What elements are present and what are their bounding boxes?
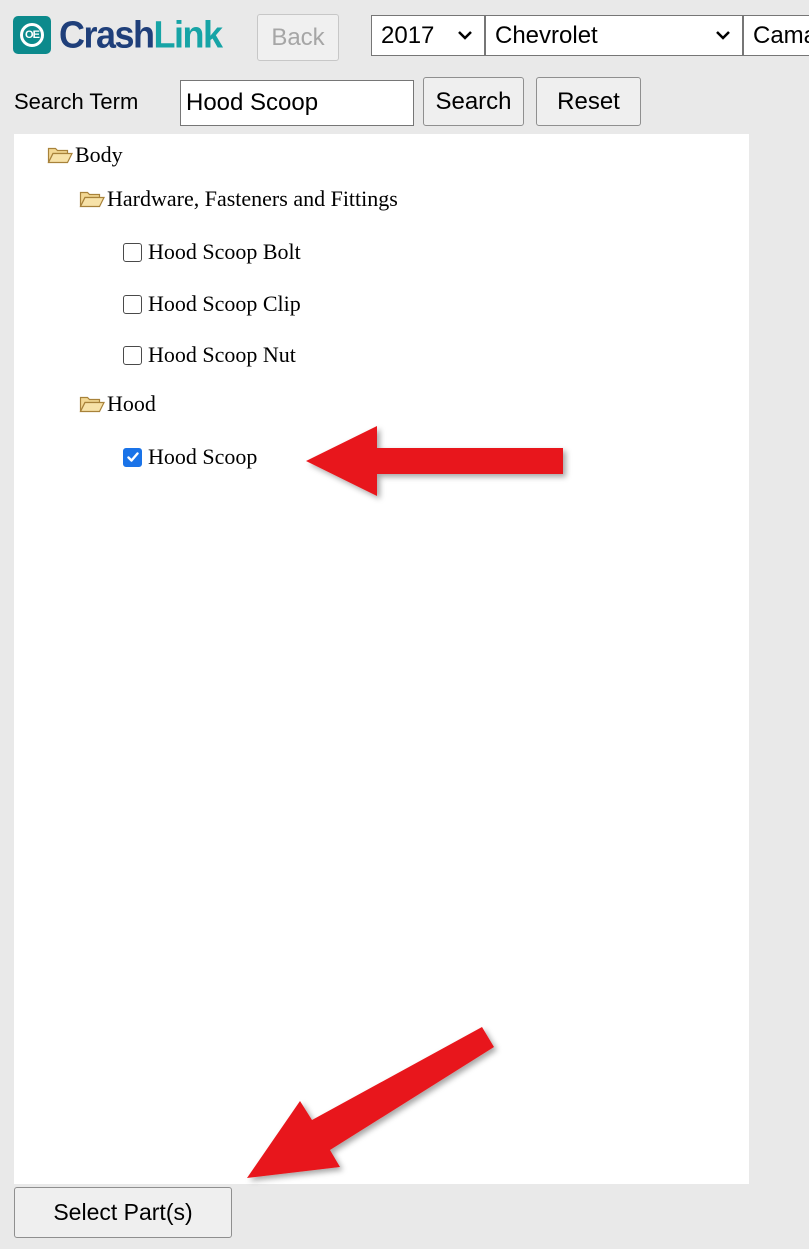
- logo-text-crash: Crash: [59, 12, 155, 56]
- tree-leaf-hood-scoop[interactable]: Hood Scoop: [123, 444, 257, 470]
- chevron-down-icon: [458, 31, 472, 40]
- checkbox[interactable]: [123, 345, 142, 365]
- tree-node-label: Hardware, Fasteners and Fittings: [107, 186, 398, 211]
- search-term-label: Search Term: [14, 89, 139, 114]
- tree-node-hardware[interactable]: Hardware, Fasteners and Fittings: [79, 186, 398, 212]
- parts-tree-panel: Body Hardware, Fasteners and Fittings Ho…: [14, 134, 749, 1184]
- model-select[interactable]: Cama: [743, 15, 809, 56]
- make-select-value: Chevrolet: [495, 21, 598, 49]
- tree-leaf-label: Hood Scoop Bolt: [148, 239, 301, 264]
- reset-button[interactable]: Reset: [536, 77, 641, 126]
- open-folder-icon: [79, 396, 105, 413]
- open-folder-icon: [79, 191, 105, 208]
- year-select[interactable]: 2017: [371, 15, 485, 56]
- top-toolbar: OE CrashLink Back 2017 Chevrolet Cama: [0, 0, 809, 74]
- search-button[interactable]: Search: [423, 77, 524, 126]
- tree-node-label: Hood: [107, 391, 156, 416]
- tree-leaf-label: Hood Scoop: [148, 444, 258, 469]
- make-select[interactable]: Chevrolet: [485, 15, 743, 56]
- checkbox[interactable]: [123, 242, 142, 262]
- tree-leaf-hood-scoop-nut[interactable]: Hood Scoop Nut: [123, 342, 296, 368]
- search-input[interactable]: [180, 80, 414, 126]
- crashlink-logo: OE CrashLink: [13, 12, 224, 57]
- select-parts-button[interactable]: Select Part(s): [14, 1187, 232, 1238]
- back-button[interactable]: Back: [257, 14, 339, 61]
- checkbox-checked[interactable]: [123, 447, 142, 467]
- chevron-down-icon: [716, 31, 730, 40]
- tree-node-hood[interactable]: Hood: [79, 391, 156, 417]
- checkmark-icon: [126, 452, 139, 462]
- tree-leaf-label: Hood Scoop Nut: [148, 342, 296, 367]
- tree-leaf-hood-scoop-bolt[interactable]: Hood Scoop Bolt: [123, 239, 301, 265]
- checkbox[interactable]: [123, 294, 142, 314]
- oe-badge-icon: OE: [13, 16, 51, 54]
- tree-leaf-label: Hood Scoop Clip: [148, 291, 301, 316]
- tree-node-body[interactable]: Body: [47, 142, 123, 168]
- logo-text-link: Link: [153, 12, 224, 56]
- open-folder-icon: [47, 147, 73, 164]
- tree-node-label: Body: [75, 142, 123, 167]
- tree-leaf-hood-scoop-clip[interactable]: Hood Scoop Clip: [123, 291, 301, 317]
- year-select-value: 2017: [381, 21, 435, 49]
- model-select-value: Cama: [753, 21, 809, 49]
